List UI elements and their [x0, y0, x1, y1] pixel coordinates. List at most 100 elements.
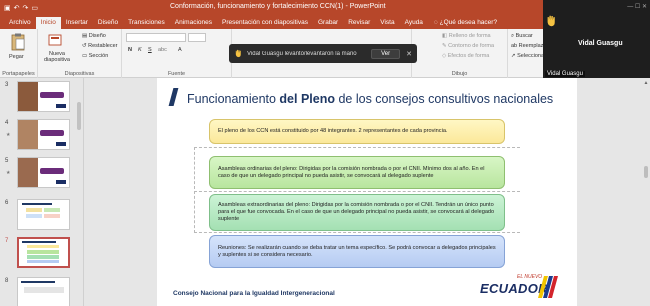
view-button[interactable]: Ver — [371, 48, 401, 59]
tab-presentacion[interactable]: Presentación con diapositivas — [217, 17, 313, 29]
text-box-ordinarias[interactable]: Asambleas ordinarias del pleno: Dirigida… — [209, 156, 505, 189]
bold-icon[interactable]: N — [128, 47, 132, 53]
new-slide-icon[interactable] — [48, 33, 62, 47]
tab-insertar[interactable]: Insertar — [61, 17, 93, 29]
raised-hand-icon — [547, 15, 555, 27]
scrollbar-thumb[interactable] — [77, 102, 81, 130]
box-text: El pleno de los CCN está constituido por… — [218, 128, 448, 134]
new-slide-button[interactable]: Nueva diapositiva — [42, 51, 72, 63]
slide-thumbnail[interactable]: 4 ★ — [0, 118, 84, 154]
text-box-reuniones[interactable]: Reuniones: Se realizarán cuando se deba … — [209, 235, 505, 268]
section-label: Sección — [88, 53, 109, 59]
shape-fill-button[interactable]: ◧ Relleno de forma — [442, 33, 491, 39]
layout-button[interactable]: ▤ Diseño — [82, 33, 106, 39]
slide-thumbnail-selected[interactable]: 7 — [0, 236, 84, 272]
participant-video: — ☐ ✕ Vidal Guasgu Vidal Guasgu — [543, 0, 650, 78]
reset-button[interactable]: ↺ Restablecer — [82, 43, 118, 49]
font-label: Fuente — [167, 71, 186, 77]
layout-label: Diseño — [88, 33, 106, 39]
font-group: N K S abc A Fuente — [122, 29, 232, 78]
ecuador-logo: EL NUEVO ECUADOR — [480, 274, 560, 300]
tab-vista[interactable]: Vista — [375, 17, 399, 29]
star-icon: ★ — [6, 170, 11, 176]
text-box-extraordinarias[interactable]: Asambleas extraordinarias del pleno: Dir… — [209, 194, 505, 231]
slide-number: 5 — [5, 158, 9, 164]
paste-icon[interactable] — [10, 33, 26, 51]
editor-scrollbar[interactable]: ▲ — [642, 78, 650, 306]
replace-icon: ab — [511, 43, 519, 49]
window-title: Conformación, funcionamiento y fortaleci… — [170, 3, 386, 10]
shape-outline-button[interactable]: ✎ Contorno de forma — [442, 43, 494, 49]
slide-preview — [17, 157, 70, 188]
tab-ayuda[interactable]: Ayuda — [400, 17, 428, 29]
tab-animaciones[interactable]: Animaciones — [170, 17, 217, 29]
connector-line — [194, 232, 520, 233]
shape-effects-label: Efectos de forma — [447, 53, 490, 59]
tab-inicio[interactable]: Inicio — [35, 17, 61, 29]
box-text: Asambleas extraordinarias del pleno: Dir… — [218, 202, 495, 222]
layout-icon: ▤ — [82, 33, 89, 39]
raised-hand-icon — [235, 49, 241, 58]
drawing-label: Dibujo — [451, 71, 468, 77]
font-color-icon[interactable]: A — [178, 47, 182, 53]
drawing-group: ◧ Relleno de forma ✎ Contorno de forma ◇… — [412, 29, 508, 78]
slides-label: Diapositivas — [64, 71, 95, 77]
reset-label: Restablecer — [88, 43, 118, 49]
connector-line — [194, 147, 195, 233]
text-box-pleno[interactable]: El pleno de los CCN está constituido por… — [209, 119, 505, 144]
undo-icon[interactable]: ↶ — [14, 4, 20, 12]
flag-stripes-icon — [538, 276, 558, 298]
underline-icon[interactable]: S — [148, 47, 152, 53]
thumbnail-scrollbar[interactable] — [76, 78, 82, 306]
slide-preview — [17, 277, 70, 306]
slide-canvas[interactable]: Funcionamiento del Pleno de los consejos… — [157, 78, 577, 306]
font-size-box[interactable] — [188, 33, 206, 42]
slide-number: 8 — [5, 278, 9, 284]
strikethrough-icon[interactable]: abc — [158, 47, 167, 53]
tab-revisar[interactable]: Revisar — [343, 17, 375, 29]
scroll-up-icon[interactable]: ▲ — [642, 80, 650, 86]
clipboard-label: Portapapeles — [2, 71, 35, 77]
slide-number: 6 — [5, 200, 9, 206]
scrollbar-thumb[interactable] — [644, 166, 648, 178]
tell-me-search[interactable]: ◌ ¿Qué desea hacer? — [428, 17, 497, 29]
slide-title[interactable]: Funcionamiento del Pleno de los consejos… — [187, 92, 553, 106]
present-icon[interactable]: ▭ — [31, 4, 38, 12]
slide-thumbnail[interactable]: 6 — [0, 198, 84, 234]
connector-line — [194, 191, 520, 192]
slide-thumbnail[interactable]: 8 — [0, 276, 84, 306]
shape-effects-button[interactable]: ◇ Efectos de forma — [442, 53, 489, 59]
slide-thumbnail-pane: 3 4 ★ 5 ★ 6 7 8 — [0, 78, 84, 306]
slide-preview — [17, 199, 70, 230]
tab-archivo[interactable]: Archivo — [4, 17, 36, 29]
font-name-box[interactable] — [126, 33, 186, 42]
box-text: Asambleas ordinarias del pleno: Dirigida… — [218, 165, 485, 179]
redo-icon[interactable]: ↷ — [23, 4, 29, 12]
slide-number: 3 — [5, 82, 9, 88]
paste-button[interactable]: Pegar — [9, 54, 24, 60]
title-suffix: de los consejos consultivos nacionales — [335, 92, 554, 106]
find-button[interactable]: ⌕ Buscar — [511, 33, 533, 40]
slide-thumbnail[interactable]: 3 — [0, 80, 84, 116]
title-bold: del Pleno — [279, 92, 335, 106]
italic-icon[interactable]: K — [138, 47, 142, 53]
participant-label: Vidal Guasgu — [545, 71, 585, 77]
more-options-icon[interactable]: — ☐ ✕ — [627, 3, 647, 10]
footer-organization: Consejo Nacional para la Igualdad Interg… — [173, 290, 335, 297]
title-accent-bar — [168, 88, 179, 106]
slides-group: Nueva diapositiva ▤ Diseño ↺ Restablecer… — [38, 29, 122, 78]
close-icon[interactable]: ✕ — [406, 50, 412, 58]
raised-hand-notification: Vidal Guasgu levantó/levantaron la mano … — [229, 44, 417, 63]
tab-diseno[interactable]: Diseño — [93, 17, 123, 29]
section-button[interactable]: ▭ Sección — [82, 53, 108, 59]
notification-text: Vidal Guasgu levantó/levantaron la mano — [247, 50, 357, 57]
paint-bucket-icon: ◧ — [442, 33, 449, 39]
slide-thumbnail[interactable]: 5 ★ — [0, 156, 84, 192]
select-button[interactable]: ➚ Seleccionar — [511, 53, 546, 59]
participant-name: Vidal Guasgu — [578, 40, 623, 47]
quick-access-toolbar: ▣ ↶ ↷ ▭ — [0, 4, 60, 12]
tab-grabar[interactable]: Grabar — [313, 17, 343, 29]
shape-fill-label: Relleno de forma — [448, 33, 491, 39]
save-icon[interactable]: ▣ — [4, 4, 11, 12]
tab-transiciones[interactable]: Transiciones — [123, 17, 170, 29]
